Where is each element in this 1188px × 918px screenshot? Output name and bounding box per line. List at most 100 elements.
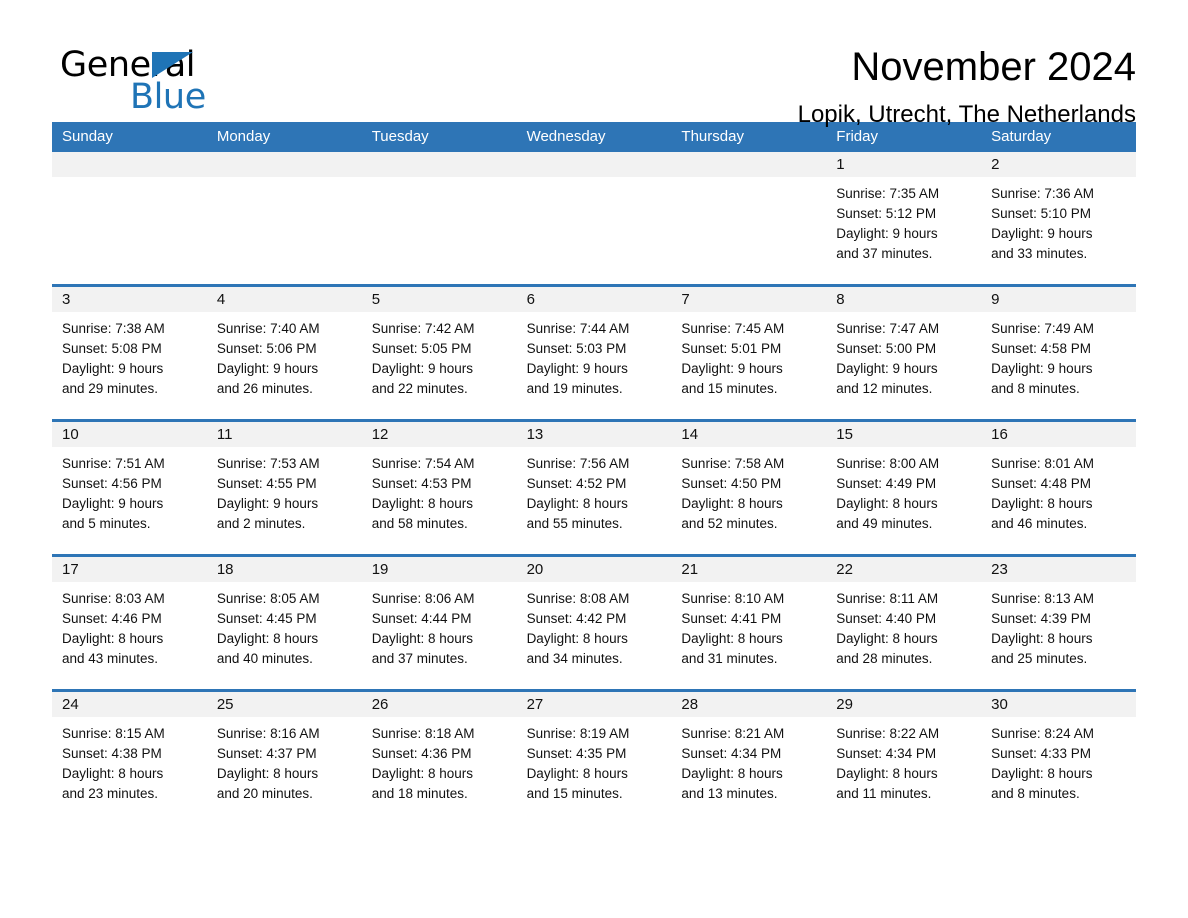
day-details: Sunrise: 7:58 AM Sunset: 4:50 PM Dayligh… bbox=[671, 447, 826, 534]
day-cell[interactable]: 11 Sunrise: 7:53 AM Sunset: 4:55 PM Dayl… bbox=[206, 422, 362, 554]
sunset-text: Sunset: 4:38 PM bbox=[62, 746, 162, 761]
sunrise-text: Sunrise: 8:22 AM bbox=[836, 726, 940, 741]
daylight-text-line1: Daylight: 8 hours bbox=[526, 766, 628, 781]
daylight-text-line1: Daylight: 9 hours bbox=[681, 361, 783, 376]
day-cell[interactable]: 17 Sunrise: 8:03 AM Sunset: 4:46 PM Dayl… bbox=[52, 557, 207, 689]
day-cell[interactable] bbox=[52, 152, 207, 284]
sunset-text: Sunset: 5:05 PM bbox=[371, 341, 472, 356]
weekday-tuesday: Tuesday bbox=[371, 128, 429, 145]
day-number: 10 bbox=[52, 422, 207, 447]
day-details: Sunrise: 7:56 AM Sunset: 4:52 PM Dayligh… bbox=[517, 447, 672, 534]
day-number: 13 bbox=[516, 422, 672, 447]
daylight-text-line2: and 8 minutes. bbox=[991, 786, 1080, 801]
day-cell[interactable]: 23 Sunrise: 8:13 AM Sunset: 4:39 PM Dayl… bbox=[981, 557, 1136, 689]
day-cell[interactable] bbox=[671, 152, 827, 284]
triangle-logo-icon bbox=[152, 52, 193, 78]
daylight-text-line2: and 15 minutes. bbox=[681, 381, 778, 396]
day-cell[interactable]: 25 Sunrise: 8:16 AM Sunset: 4:37 PM Dayl… bbox=[206, 692, 362, 824]
day-cell[interactable]: 4 Sunrise: 7:40 AM Sunset: 5:06 PM Dayli… bbox=[206, 287, 362, 419]
daylight-text-line1: Daylight: 8 hours bbox=[216, 631, 319, 646]
day-cell[interactable]: 5 Sunrise: 7:42 AM Sunset: 5:05 PM Dayli… bbox=[361, 287, 517, 419]
weekday-wednesday: Wednesday bbox=[526, 128, 606, 145]
day-cell[interactable]: 26 Sunrise: 8:18 AM Sunset: 4:36 PM Dayl… bbox=[361, 692, 517, 824]
day-details: Sunrise: 7:40 AM Sunset: 5:06 PM Dayligh… bbox=[207, 312, 362, 399]
day-details: Sunrise: 8:03 AM Sunset: 4:46 PM Dayligh… bbox=[52, 582, 207, 669]
day-cell[interactable]: 30 Sunrise: 8:24 AM Sunset: 4:33 PM Dayl… bbox=[981, 692, 1136, 824]
daylight-text-line2: and 15 minutes. bbox=[526, 786, 623, 801]
daylight-text-line2: and 58 minutes. bbox=[371, 516, 468, 531]
day-details: Sunrise: 8:10 AM Sunset: 4:41 PM Dayligh… bbox=[671, 582, 826, 669]
sunrise-text: Sunrise: 7:49 AM bbox=[991, 321, 1094, 336]
day-cell[interactable]: 22 Sunrise: 8:11 AM Sunset: 4:40 PM Dayl… bbox=[826, 557, 982, 689]
day-cell[interactable]: 13 Sunrise: 7:56 AM Sunset: 4:52 PM Dayl… bbox=[516, 422, 672, 554]
sunset-text: Sunset: 4:34 PM bbox=[681, 746, 782, 761]
day-cell[interactable]: 15 Sunrise: 8:00 AM Sunset: 4:49 PM Dayl… bbox=[826, 422, 982, 554]
daylight-text-line2: and 22 minutes. bbox=[371, 381, 468, 396]
day-cell[interactable] bbox=[361, 152, 517, 284]
day-number: 17 bbox=[52, 557, 207, 582]
daylight-text-line2: and 18 minutes. bbox=[371, 786, 468, 801]
day-cell[interactable]: 10 Sunrise: 7:51 AM Sunset: 4:56 PM Dayl… bbox=[52, 422, 207, 554]
day-cell[interactable]: 29 Sunrise: 8:22 AM Sunset: 4:34 PM Dayl… bbox=[826, 692, 982, 824]
day-cell[interactable]: 28 Sunrise: 8:21 AM Sunset: 4:34 PM Dayl… bbox=[671, 692, 827, 824]
day-cell[interactable]: 12 Sunrise: 7:54 AM Sunset: 4:53 PM Dayl… bbox=[361, 422, 517, 554]
week-row: 3 Sunrise: 7:38 AM Sunset: 5:08 PM Dayli… bbox=[52, 284, 1136, 419]
day-details: Sunrise: 8:18 AM Sunset: 4:36 PM Dayligh… bbox=[362, 717, 517, 804]
general-blue-logo: General Blue bbox=[52, 46, 282, 122]
sunrise-text: Sunrise: 8:08 AM bbox=[526, 591, 630, 606]
day-details: Sunrise: 8:11 AM Sunset: 4:40 PM Dayligh… bbox=[826, 582, 981, 669]
day-number: 23 bbox=[981, 557, 1136, 582]
title-block: November 2024 Lopik, Utrecht, The Nether… bbox=[798, 45, 1136, 129]
sunset-text: Sunset: 4:39 PM bbox=[991, 611, 1091, 626]
sunrise-text: Sunrise: 8:16 AM bbox=[216, 726, 320, 741]
sunrise-text: Sunrise: 8:06 AM bbox=[371, 591, 475, 606]
day-cell[interactable]: 9 Sunrise: 7:49 AM Sunset: 4:58 PM Dayli… bbox=[981, 287, 1136, 419]
day-cell[interactable]: 16 Sunrise: 8:01 AM Sunset: 4:48 PM Dayl… bbox=[981, 422, 1136, 554]
daylight-text-line1: Daylight: 8 hours bbox=[836, 631, 938, 646]
day-cell[interactable]: 1 Sunrise: 7:35 AM Sunset: 5:12 PM Dayli… bbox=[826, 152, 982, 284]
daylight-text-line2: and 34 minutes. bbox=[526, 651, 623, 666]
day-cell[interactable]: 6 Sunrise: 7:44 AM Sunset: 5:03 PM Dayli… bbox=[516, 287, 672, 419]
daylight-text-line2: and 52 minutes. bbox=[681, 516, 778, 531]
day-cell[interactable]: 8 Sunrise: 7:47 AM Sunset: 5:00 PM Dayli… bbox=[826, 287, 982, 419]
day-cell[interactable]: 19 Sunrise: 8:06 AM Sunset: 4:44 PM Dayl… bbox=[361, 557, 517, 689]
sunset-text: Sunset: 5:10 PM bbox=[991, 206, 1091, 221]
day-cell[interactable]: 14 Sunrise: 7:58 AM Sunset: 4:50 PM Dayl… bbox=[671, 422, 827, 554]
sunset-text: Sunset: 4:37 PM bbox=[216, 746, 317, 761]
day-number: 27 bbox=[516, 692, 672, 717]
daylight-text-line2: and 37 minutes. bbox=[371, 651, 468, 666]
day-cell[interactable]: 7 Sunrise: 7:45 AM Sunset: 5:01 PM Dayli… bbox=[671, 287, 827, 419]
day-number: 4 bbox=[206, 287, 362, 312]
day-details: Sunrise: 7:38 AM Sunset: 5:08 PM Dayligh… bbox=[52, 312, 207, 399]
weekday-saturday: Saturday bbox=[991, 128, 1052, 145]
day-cell[interactable]: 21 Sunrise: 8:10 AM Sunset: 4:41 PM Dayl… bbox=[671, 557, 827, 689]
weekday-monday: Monday bbox=[216, 128, 271, 145]
day-cell[interactable]: 27 Sunrise: 8:19 AM Sunset: 4:35 PM Dayl… bbox=[516, 692, 672, 824]
day-cell[interactable] bbox=[516, 152, 672, 284]
daylight-text-line2: and 13 minutes. bbox=[681, 786, 778, 801]
day-cell[interactable]: 20 Sunrise: 8:08 AM Sunset: 4:42 PM Dayl… bbox=[516, 557, 672, 689]
sunrise-text: Sunrise: 7:56 AM bbox=[526, 456, 630, 471]
day-number: 24 bbox=[52, 692, 207, 717]
daylight-text-line2: and 46 minutes. bbox=[991, 516, 1088, 531]
day-cell[interactable]: 2 Sunrise: 7:36 AM Sunset: 5:10 PM Dayli… bbox=[981, 152, 1136, 284]
sunrise-text: Sunrise: 7:53 AM bbox=[216, 456, 320, 471]
week-row: 24 Sunrise: 8:15 AM Sunset: 4:38 PM Dayl… bbox=[52, 689, 1136, 824]
day-cell[interactable]: 24 Sunrise: 8:15 AM Sunset: 4:38 PM Dayl… bbox=[52, 692, 207, 824]
day-cell[interactable]: 3 Sunrise: 7:38 AM Sunset: 5:08 PM Dayli… bbox=[52, 287, 207, 419]
day-details: Sunrise: 8:15 AM Sunset: 4:38 PM Dayligh… bbox=[52, 717, 207, 804]
daylight-text-line2: and 11 minutes. bbox=[836, 786, 932, 801]
day-details: Sunrise: 7:36 AM Sunset: 5:10 PM Dayligh… bbox=[981, 177, 1136, 264]
sunset-text: Sunset: 4:42 PM bbox=[526, 611, 627, 626]
day-details: Sunrise: 8:01 AM Sunset: 4:48 PM Dayligh… bbox=[981, 447, 1136, 534]
daylight-text-line1: Daylight: 9 hours bbox=[62, 496, 164, 511]
day-cell[interactable] bbox=[206, 152, 362, 284]
day-details: Sunrise: 7:45 AM Sunset: 5:01 PM Dayligh… bbox=[671, 312, 826, 399]
day-cell[interactable]: 18 Sunrise: 8:05 AM Sunset: 4:45 PM Dayl… bbox=[206, 557, 362, 689]
day-details: Sunrise: 7:54 AM Sunset: 4:53 PM Dayligh… bbox=[362, 447, 517, 534]
daylight-text-line1: Daylight: 9 hours bbox=[216, 496, 319, 511]
sunset-text: Sunset: 4:55 PM bbox=[216, 476, 317, 491]
daylight-text-line2: and 12 minutes. bbox=[836, 381, 933, 396]
daylight-text-line1: Daylight: 8 hours bbox=[62, 766, 164, 781]
daylight-text-line1: Daylight: 8 hours bbox=[371, 631, 474, 646]
